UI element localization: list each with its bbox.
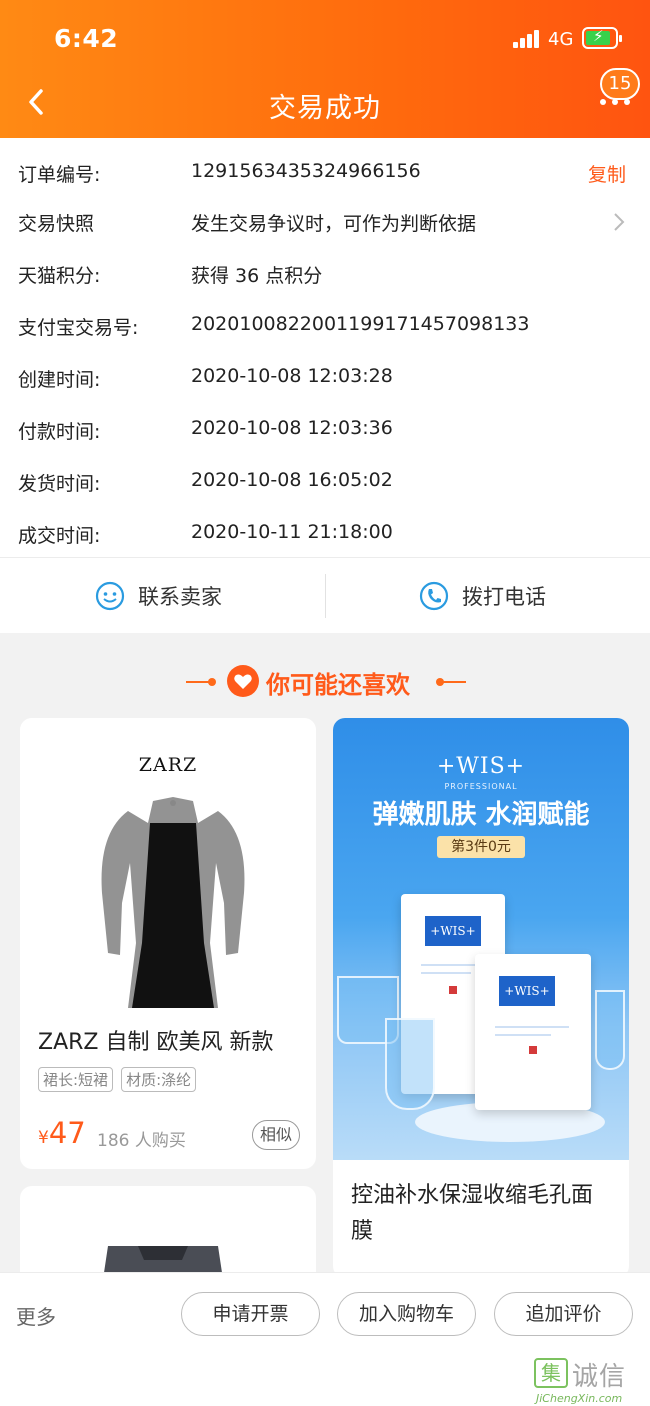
- pack-cross-mark: [529, 1046, 537, 1054]
- product-title: 控油补水保湿收缩毛孔面膜: [351, 1183, 594, 1244]
- invoice-button[interactable]: 申请开票: [181, 1292, 320, 1336]
- product-card[interactable]: [20, 1186, 316, 1286]
- product-brand: +WIS+: [436, 754, 526, 779]
- mask-pack-front: +WIS+: [475, 954, 591, 1110]
- flask-decoration: [595, 990, 625, 1070]
- price-value: 47: [48, 1116, 86, 1150]
- order-number-label: 订单编号:: [18, 164, 101, 186]
- alipay-row: 支付宝交易号: 2020100822001199171457098133: [0, 299, 650, 351]
- watermark-text: 诚信: [572, 1362, 627, 1392]
- points-row: 天猫积分: 获得 36 点积分: [0, 247, 650, 299]
- snapshot-value: 发生交易争议时，可作为判断依据: [191, 213, 477, 235]
- created-row: 创建时间: 2020-10-08 12:03:28: [0, 351, 650, 403]
- flask-decoration: [385, 1018, 435, 1110]
- pack-logo: +WIS+: [499, 976, 555, 1006]
- product-slogan: 弹嫩肌肤 水润赋能: [372, 800, 590, 830]
- product-tag: 材质:涤纶: [121, 1067, 197, 1092]
- alipay-value: 2020100822001199171457098133: [191, 313, 530, 335]
- created-value: 2020-10-08 12:03:28: [191, 365, 393, 387]
- network-label: 4G: [548, 29, 574, 50]
- message-count-badge[interactable]: 15: [600, 68, 640, 100]
- dress-illustration: [101, 797, 245, 1008]
- header-bar: 6:42 4G ⚡ 交易成功 15: [0, 0, 650, 138]
- completed-label: 成交时间:: [18, 525, 101, 547]
- battery-icon: ⚡: [582, 27, 622, 49]
- contact-bar: 联系卖家 拨打电话: [0, 557, 650, 633]
- order-number-value: 1291563435324966156: [191, 160, 421, 182]
- contact-seller-button[interactable]: 联系卖家: [94, 558, 222, 634]
- snapshot-label: 交易快照: [18, 213, 95, 235]
- call-phone-button[interactable]: 拨打电话: [418, 558, 546, 634]
- chevron-right-icon: [614, 213, 625, 231]
- pack-logo: +WIS+: [425, 916, 481, 946]
- paid-row: 付款时间: 2020-10-08 12:03:36: [0, 403, 650, 455]
- phone-icon: [419, 581, 449, 611]
- heart-icon: [227, 665, 259, 697]
- product-image: ZARZ: [20, 718, 316, 1014]
- recommend-heading: 你可能还喜欢: [0, 662, 650, 702]
- contact-seller-label: 联系卖家: [138, 585, 222, 609]
- chat-smile-icon: [95, 581, 125, 611]
- shipped-value: 2020-10-08 16:05:02: [191, 469, 393, 491]
- pack-cross-mark: [449, 986, 457, 994]
- currency-symbol: ¥: [38, 1128, 49, 1148]
- watermark-url: JiChengXin.com: [536, 1392, 623, 1405]
- product-title: ZARZ 自制 欧美风 新款: [38, 1030, 274, 1055]
- recommend-title: 你可能还喜欢: [266, 671, 410, 699]
- product-brand-sub: PROFESSIONAL: [444, 782, 518, 791]
- paid-value: 2020-10-08 12:03:36: [191, 417, 393, 439]
- points-label: 天猫积分:: [18, 265, 101, 287]
- add-to-cart-button[interactable]: 加入购物车: [337, 1292, 476, 1336]
- product-image: +WIS+ PROFESSIONAL 弹嫩肌肤 水润赋能 第3件0元 +WIS+…: [333, 718, 629, 1160]
- heading-dot-left: [208, 678, 216, 686]
- product-tag: 裙长:短裙: [38, 1067, 114, 1092]
- shipped-label: 发货时间:: [18, 473, 101, 495]
- copy-button[interactable]: 复制: [588, 160, 626, 187]
- product-price: ¥47: [38, 1116, 86, 1150]
- call-phone-label: 拨打电话: [462, 585, 546, 609]
- status-time: 6:42: [54, 24, 119, 53]
- product-card[interactable]: ZARZ ZARZ 自制 欧美风 新款 裙长:短裙 材质:涤纶 ¥47 186 …: [20, 718, 316, 1169]
- completed-row: 成交时间: 2020-10-11 21:18:00: [0, 507, 650, 559]
- pack-text-line: [421, 972, 471, 974]
- snapshot-row[interactable]: 交易快照 发生交易争议时，可作为判断依据: [0, 195, 650, 247]
- alipay-label: 支付宝交易号:: [18, 317, 139, 339]
- add-review-button[interactable]: 追加评价: [494, 1292, 633, 1336]
- paid-label: 付款时间:: [18, 421, 101, 443]
- watermark-mark: 集: [534, 1358, 568, 1388]
- created-label: 创建时间:: [18, 369, 101, 391]
- sold-count: 186 人购买: [97, 1131, 186, 1151]
- points-value: 获得 36 点积分: [191, 265, 323, 287]
- heading-line-right: [440, 681, 466, 683]
- order-number-row: 订单编号: 1291563435324966156 复制: [0, 146, 650, 198]
- more-link[interactable]: 更多: [16, 1301, 56, 1330]
- similar-button[interactable]: 相似: [252, 1120, 300, 1150]
- pack-text-line: [495, 1034, 551, 1036]
- product-card[interactable]: +WIS+ PROFESSIONAL 弹嫩肌肤 水润赋能 第3件0元 +WIS+…: [333, 718, 629, 1278]
- product-brand: ZARZ: [138, 754, 198, 776]
- product-tags: 裙长:短裙 材质:涤纶: [38, 1067, 197, 1092]
- watermark-logo: 集 诚信 JiChengXin.com: [532, 1356, 650, 1406]
- page-title: 交易成功: [269, 93, 381, 124]
- signal-icon: [513, 30, 541, 48]
- promo-badge: 第3件0元: [437, 836, 525, 858]
- shipped-row: 发货时间: 2020-10-08 16:05:02: [0, 455, 650, 507]
- completed-value: 2020-10-11 21:18:00: [191, 521, 393, 543]
- pack-text-line: [495, 1026, 569, 1028]
- order-info-panel: 订单编号: 1291563435324966156 复制 交易快照 发生交易争议…: [0, 138, 650, 557]
- contact-divider: [325, 574, 326, 618]
